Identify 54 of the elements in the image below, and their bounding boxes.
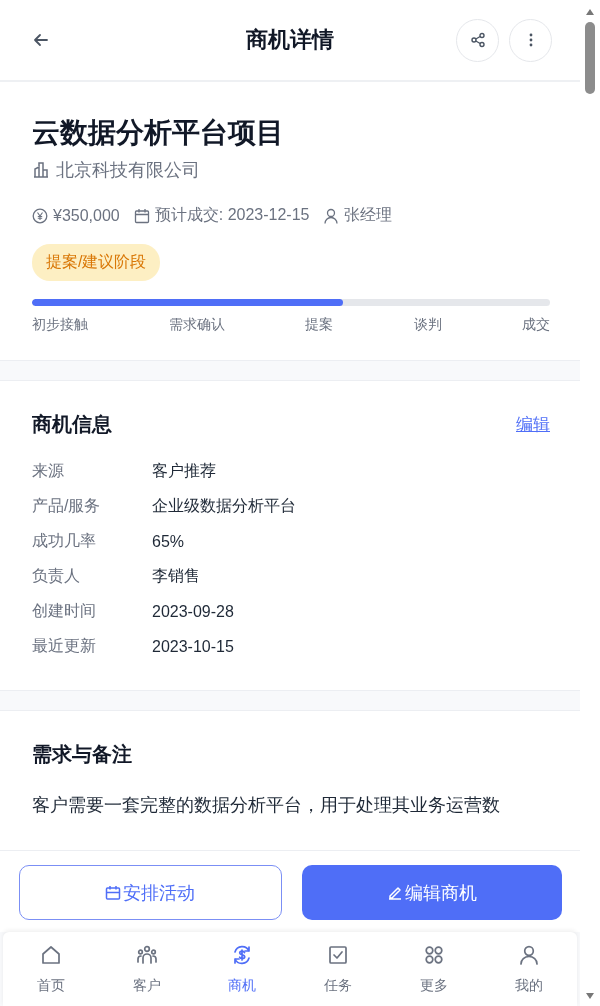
notes-text: 客户需要一套完整的数据分析平台，用于处理其业务运营数 [32, 794, 501, 817]
section-title: 商机信息 [32, 412, 112, 437]
user-icon [518, 944, 541, 966]
stage-label: 提案 [305, 316, 333, 334]
more-icon [528, 33, 533, 47]
stage-label: 成交 [522, 316, 550, 334]
owner-name: 张经理 [344, 205, 393, 225]
calendar-icon [133, 207, 150, 224]
field-label: 产品/服务 [32, 496, 102, 516]
amount: ¥350,000 [53, 206, 120, 225]
field-value: 2023-09-28 [152, 602, 234, 621]
stage-label: 谈判 [413, 316, 442, 334]
field-label: 创建时间 [32, 601, 97, 621]
field-label: 成功几率 [32, 531, 97, 551]
field-value: 65% [152, 532, 185, 551]
calendar-icon [105, 884, 122, 901]
section-title: 需求与备注 [32, 742, 133, 767]
company-name: 北京科技有限公司 [56, 159, 200, 182]
field-value: 李销售 [152, 566, 200, 586]
field-value: 2023-10-15 [152, 637, 234, 656]
schedule-activity-button[interactable]: 安排活动 [19, 865, 282, 920]
pencil-icon [386, 884, 403, 901]
nav-tab[interactable]: 商机 [194, 932, 290, 1006]
home-icon [39, 944, 62, 966]
stage-label: 需求确认 [168, 316, 225, 334]
person-icon [323, 207, 340, 224]
stage-badge: 提案/建议阶段 [32, 244, 161, 281]
scrollbar-thumb[interactable] [585, 22, 595, 94]
edit-opportunity-button[interactable]: 编辑商机 [301, 865, 562, 920]
field-label: 来源 [32, 461, 65, 481]
nav-tab[interactable]: 我的 [481, 932, 578, 1006]
expected-close-date: 预计成交: 2023-12-15 [154, 205, 310, 225]
opportunity-name: 云数据分析平台项目 [32, 116, 285, 150]
scroll-down-icon[interactable] [585, 992, 595, 1000]
stage-label: 初步接触 [32, 316, 88, 334]
grid-icon [422, 944, 445, 966]
people-icon [135, 944, 158, 966]
field-value: 客户推荐 [152, 461, 216, 481]
scroll-up-icon[interactable] [585, 8, 595, 16]
nav-tab[interactable]: 任务 [290, 932, 386, 1006]
checkbox-icon [326, 944, 349, 966]
yen-coin-icon [32, 207, 48, 224]
field-value: 企业级数据分析平台 [152, 496, 296, 516]
edit-link[interactable]: 编辑 [516, 413, 550, 436]
back-arrow-icon [32, 31, 50, 49]
field-label: 负责人 [32, 566, 81, 586]
field-label: 最近更新 [32, 636, 97, 656]
page-title: 商机详情 [245, 26, 335, 54]
nav-tab[interactable]: 首页 [3, 932, 99, 1006]
share-icon [469, 32, 486, 48]
share-button[interactable] [456, 18, 499, 62]
nav-tab[interactable]: 更多 [385, 932, 482, 1006]
nav-tab[interactable]: 客户 [98, 932, 195, 1006]
scrollbar[interactable] [580, 0, 600, 1006]
